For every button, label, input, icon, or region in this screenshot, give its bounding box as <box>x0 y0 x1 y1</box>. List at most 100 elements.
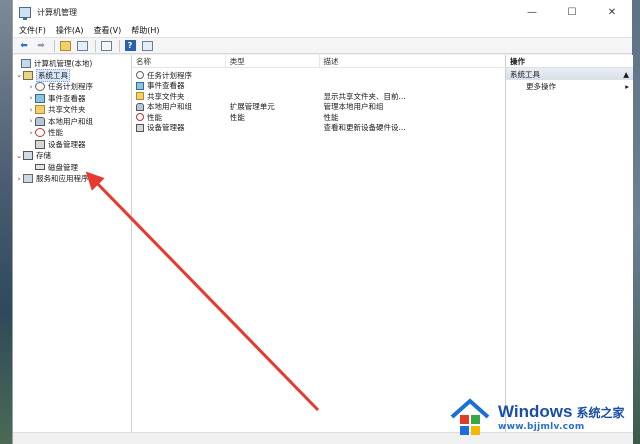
menu-view[interactable]: 查看(V) <box>94 25 122 36</box>
tree-item-performance[interactable]: › 性能 <box>13 127 131 139</box>
tree-label: 事件查看器 <box>48 93 86 103</box>
list-item[interactable]: 事件查看器 <box>132 81 505 92</box>
column-type-header[interactable]: 类型 <box>226 54 320 68</box>
toolbar-separator <box>119 39 120 52</box>
chevron-down-icon[interactable]: ⌄ <box>15 71 23 79</box>
list-item-type: 扩展管理单元 <box>229 102 275 112</box>
column-name-header[interactable]: 名称 <box>132 54 226 68</box>
users-icon <box>136 102 144 111</box>
watermark-text: Windows 系统之家 www.bjjmlv.com <box>498 402 624 432</box>
chevron-right-icon[interactable]: › <box>27 117 35 125</box>
actions-pane: 操作 系统工具 ▲ 更多操作 ▸ <box>506 55 633 444</box>
help-icon[interactable]: ? <box>123 39 137 52</box>
desktop-background-right <box>632 0 640 444</box>
clock-icon <box>35 82 45 92</box>
list-item[interactable]: 本地用户和组 扩展管理单元 管理本地用户和组 <box>132 102 505 113</box>
minimize-button[interactable]: — <box>512 0 552 24</box>
tree-label: 本地用户和组 <box>48 116 93 126</box>
menu-help[interactable]: 帮助(H) <box>131 25 159 36</box>
tree-item-disk-management[interactable]: 磁盘管理 <box>13 162 131 174</box>
tree-label: 任务计划程序 <box>48 82 93 92</box>
users-icon <box>35 116 45 126</box>
list-item[interactable]: 设备管理器 查看和更新设备硬件设... <box>132 123 505 134</box>
windows-house-logo <box>448 395 492 439</box>
tree-label: 性能 <box>48 128 63 138</box>
event-log-icon <box>35 93 45 103</box>
list-item-desc: 显示共享文件夹、目前... <box>323 91 406 101</box>
disk-icon <box>35 164 45 171</box>
more-actions-item[interactable]: 更多操作 ▸ <box>506 80 633 92</box>
menu-file[interactable]: 文件(F) <box>19 25 46 36</box>
computer-management-icon <box>19 6 31 20</box>
show-hide-tree-icon[interactable] <box>75 39 89 52</box>
desktop-background-left <box>0 0 12 444</box>
navigation-tree: 计算机管理(本地) ⌄ 系统工具 › 任务计划程序 › 事件查看器 › 共享文件… <box>13 55 132 444</box>
list-item-name: 设备管理器 <box>147 123 185 133</box>
chevron-right-icon[interactable]: › <box>27 94 35 102</box>
back-arrow-icon[interactable]: ⬅ <box>17 39 31 52</box>
tree-item-services[interactable]: › 服务和应用程序 <box>13 173 131 185</box>
details-list: 名称 类型 描述 任务计划程序 事件查看器 共享文件夹 显示共享文件夹、目前..… <box>132 54 506 444</box>
tree-label: 服务和应用程序 <box>36 174 89 184</box>
performance-icon <box>35 128 45 138</box>
tools-icon <box>23 70 33 80</box>
tree-item-local-users[interactable]: › 本地用户和组 <box>13 116 131 128</box>
more-actions-label: 更多操作 <box>526 81 556 91</box>
list-item-desc: 查看和更新设备硬件设... <box>323 123 406 133</box>
tree-item-root[interactable]: 计算机管理(本地) <box>13 58 131 70</box>
tree-label: 磁盘管理 <box>48 162 78 172</box>
list-item[interactable]: 性能 性能 性能 <box>132 112 505 123</box>
list-item[interactable]: 共享文件夹 显示共享文件夹、目前... <box>132 91 505 102</box>
tree-label: 共享文件夹 <box>48 105 86 115</box>
maximize-button[interactable]: ☐ <box>552 0 592 24</box>
main-content: 计算机管理(本地) ⌄ 系统工具 › 任务计划程序 › 事件查看器 › 共享文件… <box>13 54 633 444</box>
tree-label: 计算机管理(本地) <box>34 59 93 69</box>
list-item[interactable]: 任务计划程序 <box>132 70 505 81</box>
computer-management-window: 计算机管理 — ☐ ✕ 文件(F) 操作(A) 查看(V) 帮助(H) ⬅ ➡ … <box>12 0 633 444</box>
watermark-brand: Windows <box>498 402 573 421</box>
list-item-name: 共享文件夹 <box>147 91 185 101</box>
device-manager-icon <box>35 139 45 149</box>
actions-title: 操作 <box>506 55 633 68</box>
submenu-arrow-icon: ▸ <box>625 81 629 91</box>
performance-icon <box>136 113 144 122</box>
chevron-right-icon[interactable]: › <box>27 106 35 114</box>
list-item-name: 性能 <box>147 112 162 122</box>
tree-item-task-scheduler[interactable]: › 任务计划程序 <box>13 81 131 93</box>
chevron-right-icon[interactable]: › <box>27 129 35 137</box>
tree-label: 设备管理器 <box>48 139 86 149</box>
export-list-icon[interactable] <box>99 39 113 52</box>
column-desc-header[interactable]: 描述 <box>320 55 506 68</box>
list-item-name: 本地用户和组 <box>147 102 192 112</box>
actions-section-label: 系统工具 <box>510 69 540 79</box>
list-header: 名称 类型 描述 <box>132 54 506 68</box>
tree-item-storage[interactable]: ⌄ 存储 <box>13 150 131 162</box>
tree-label: 存储 <box>36 151 51 161</box>
chevron-down-icon[interactable]: ⌄ <box>15 152 23 160</box>
chevron-right-icon[interactable]: › <box>27 83 35 91</box>
tree-item-shared-folders[interactable]: › 共享文件夹 <box>13 104 131 116</box>
toolbar-separator <box>54 39 55 52</box>
window-title: 计算机管理 <box>37 7 77 17</box>
services-icon <box>23 174 33 184</box>
actions-section-system-tools[interactable]: 系统工具 ▲ <box>506 68 633 80</box>
list-item-name: 任务计划程序 <box>147 70 192 80</box>
close-button[interactable]: ✕ <box>592 0 632 24</box>
computer-icon <box>21 59 31 69</box>
tree-item-device-manager[interactable]: 设备管理器 <box>13 139 131 151</box>
list-item-desc: 管理本地用户和组 <box>323 102 384 112</box>
tree-item-event-viewer[interactable]: › 事件查看器 <box>13 93 131 105</box>
list-item-desc: 性能 <box>323 112 339 122</box>
collapse-arrow-icon[interactable]: ▲ <box>623 70 629 79</box>
up-folder-icon[interactable] <box>58 39 72 52</box>
menu-action[interactable]: 操作(A) <box>56 25 84 36</box>
clock-icon <box>136 71 144 80</box>
tree-label: 系统工具 <box>36 68 70 82</box>
event-log-icon <box>136 81 144 90</box>
forward-arrow-icon[interactable]: ➡ <box>34 39 48 52</box>
tree-item-system-tools[interactable]: ⌄ 系统工具 <box>13 68 131 82</box>
properties-icon[interactable] <box>140 39 154 52</box>
chevron-right-icon[interactable]: › <box>15 175 23 183</box>
title-bar: 计算机管理 — ☐ ✕ <box>13 0 632 24</box>
toolbar-separator <box>95 39 96 52</box>
